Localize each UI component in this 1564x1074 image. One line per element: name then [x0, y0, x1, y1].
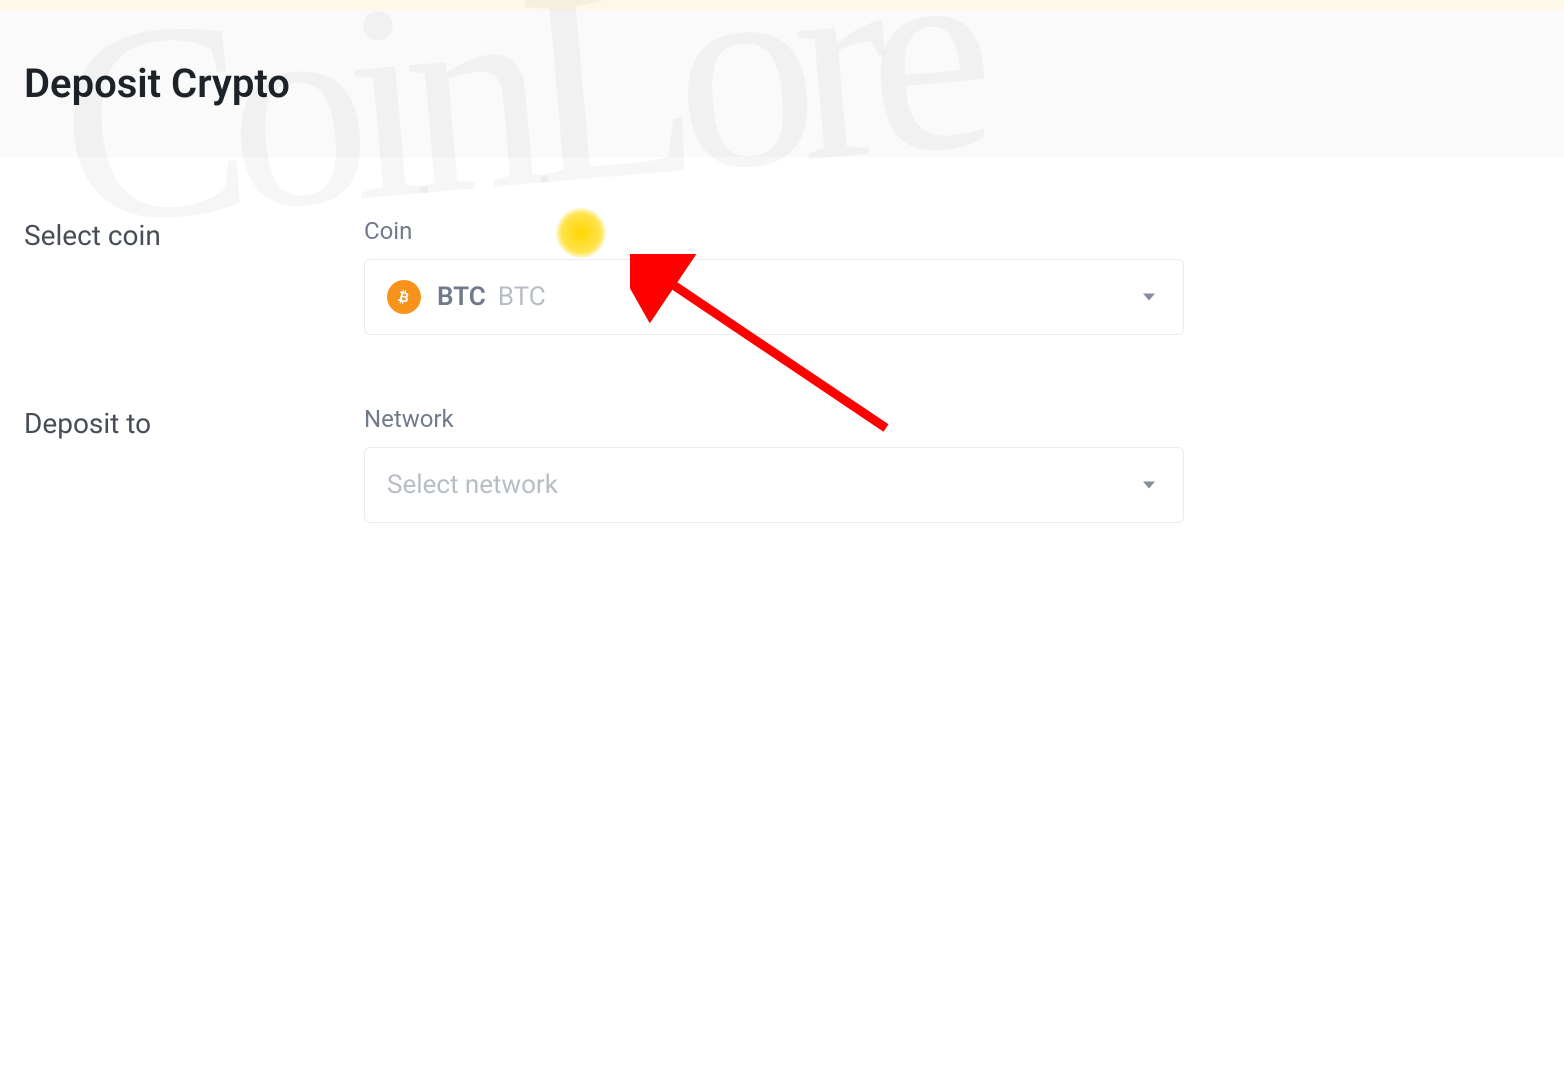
deposit-to-label: Deposit to: [24, 405, 364, 440]
network-field-wrap: Network Select network: [364, 405, 1184, 523]
network-select[interactable]: Select network: [364, 447, 1184, 523]
page-header: Deposit Crypto: [0, 10, 1564, 157]
chevron-down-icon: [1143, 294, 1155, 301]
coin-select[interactable]: BTC BTC: [364, 259, 1184, 335]
select-coin-row: Select coin Coin BTC BTC: [24, 217, 1540, 335]
top-accent-strip: [0, 0, 1564, 10]
select-coin-label: Select coin: [24, 217, 364, 252]
bitcoin-icon: [387, 280, 421, 314]
chevron-down-icon: [1143, 482, 1155, 489]
form-content: Select coin Coin BTC BTC Deposit to Netw…: [0, 157, 1564, 523]
coin-field-label: Coin: [364, 217, 1184, 245]
deposit-to-row: Deposit to Network Select network: [24, 405, 1540, 523]
page-title: Deposit Crypto: [24, 60, 1540, 107]
coin-selected-name: BTC: [498, 282, 546, 312]
coin-field-wrap: Coin BTC BTC: [364, 217, 1184, 335]
coin-selected-symbol: BTC: [437, 282, 486, 312]
network-placeholder: Select network: [387, 470, 558, 500]
network-field-label: Network: [364, 405, 1184, 433]
